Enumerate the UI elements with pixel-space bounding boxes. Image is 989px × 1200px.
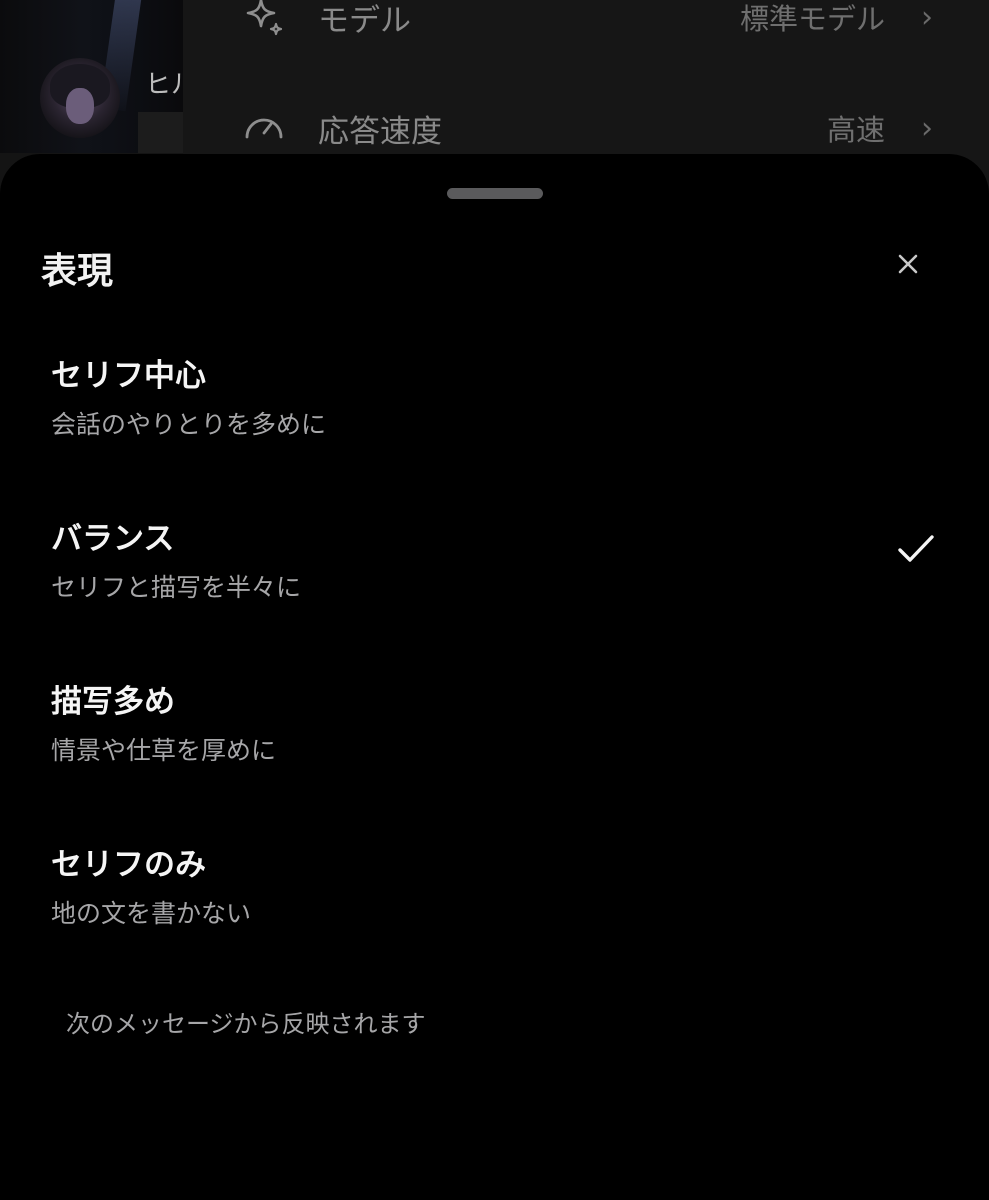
close-button[interactable] [884,242,932,290]
settings-row-label: モデル [318,2,411,39]
settings-row-model[interactable]: モデル 標準モデル › [183,0,989,52]
speedometer-icon [241,105,287,151]
option-dialogue-only[interactable]: セリフのみ 地の文を書かない [0,839,989,989]
footer-note: 次のメッセージから反映されます [66,1010,426,1038]
settings-row-value: 標準モデル [739,2,885,36]
name-tag-background [138,112,183,153]
profile-name: ヒル [145,70,183,100]
avatar[interactable] [40,58,120,138]
option-dialogue-focused[interactable]: セリフ中心 会話のやりとりを多めに [0,350,989,500]
option-description: 地の文を書かない [51,899,252,928]
option-label: セリフのみ [51,847,206,883]
settings-row-label: 応答速度 [318,113,442,150]
expression-bottom-sheet: 表現 セリフ中心 会話のやりとりを多めに バランス セリフと描写を半々に 描写多… [0,154,989,1200]
sheet-title: 表現 [41,251,114,292]
close-icon [897,253,919,279]
option-description: セリフと描写を半々に [51,573,302,602]
settings-row-response-speed[interactable]: 応答速度 高速 › [183,93,989,163]
checkmark-icon [894,527,938,571]
option-balance[interactable]: バランス セリフと描写を半々に [0,513,989,663]
sheet-grabber[interactable] [447,188,543,199]
option-description: 情景や仕草を厚めに [51,736,277,765]
sparkle-icon [241,0,287,40]
background-image: ヒル [0,0,183,153]
chevron-right-icon: › [921,110,933,146]
option-label: セリフ中心 [51,358,206,394]
settings-row-value: 高速 [826,113,885,147]
chevron-right-icon: › [921,0,933,35]
option-label: 描写多め [51,684,175,720]
option-description: 会話のやりとりを多めに [51,410,327,439]
settings-list: モデル 標準モデル › 応答速度 高速 › [183,0,989,160]
option-description-heavy[interactable]: 描写多め 情景や仕草を厚めに [0,676,989,826]
option-label: バランス [51,521,175,557]
